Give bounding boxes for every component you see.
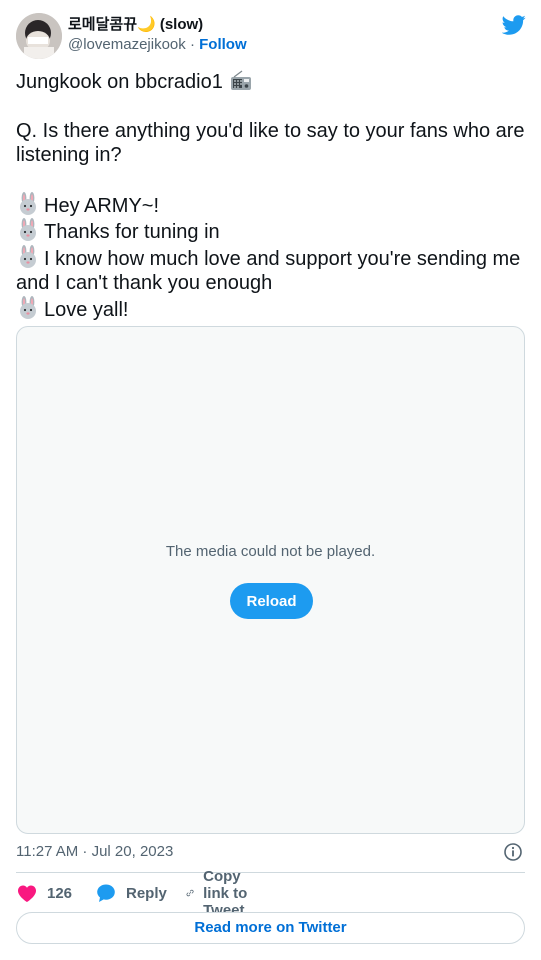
rabbit-emoji — [20, 244, 36, 268]
copy-link-button[interactable]: Copy link to Tweet — [186, 868, 256, 919]
rabbit-emoji — [20, 218, 36, 242]
reload-button[interactable]: Reload — [230, 583, 313, 619]
rabbit-emoji — [20, 295, 36, 319]
media-player[interactable]: The media could not be played. Reload — [16, 326, 525, 834]
tweet-line: Jungkook on bbcradio1 — [16, 71, 223, 93]
rabbit-emoji — [20, 192, 36, 216]
read-more-button[interactable]: Read more on Twitter — [16, 912, 525, 944]
separator: · — [185, 36, 200, 53]
tweet-timestamp[interactable]: 11:27 AM · Jul 20, 2023 — [16, 843, 173, 860]
tweet-line: Love yall! — [44, 298, 129, 321]
media-error-message: The media could not be played. — [165, 543, 376, 560]
reply-label: Reply — [126, 884, 167, 902]
twitter-bird-icon[interactable] — [502, 13, 526, 37]
avatar[interactable] — [16, 13, 62, 59]
tweet-line: Thanks for tuning in — [44, 221, 220, 244]
reply-button[interactable]: Reply — [96, 882, 167, 904]
info-icon[interactable] — [503, 842, 523, 862]
tweet-line: Hey ARMY~! — [44, 195, 160, 218]
copy-link-label: Copy link to Tweet — [203, 867, 248, 919]
heart-icon — [18, 885, 36, 902]
radio-emoji — [231, 70, 252, 90]
divider — [16, 872, 525, 873]
tweet-line: I know how much love and support you're … — [16, 247, 526, 295]
like-button[interactable]: 126 — [16, 882, 72, 904]
like-count: 126 — [47, 884, 73, 902]
reply-bubble-icon — [97, 884, 115, 902]
tweet-line: Q. Is there anything you'd like to say t… — [16, 119, 531, 167]
user-handle[interactable]: @lovemazejikook — [68, 36, 186, 53]
tweet-header: 로메달콤뀨🌙 (slow) @lovemazejikook · Follow — [16, 13, 526, 61]
link-icon — [186, 889, 194, 897]
follow-link[interactable]: Follow — [199, 36, 247, 53]
display-name[interactable]: 로메달콤뀨🌙 (slow) — [68, 15, 247, 35]
tweet-text: Jungkook on bbcradio1 Q. Is there anythi… — [16, 70, 526, 322]
tweet-embed-card: 로메달콤뀨🌙 (slow) @lovemazejikook · Follow J… — [0, 0, 541, 960]
